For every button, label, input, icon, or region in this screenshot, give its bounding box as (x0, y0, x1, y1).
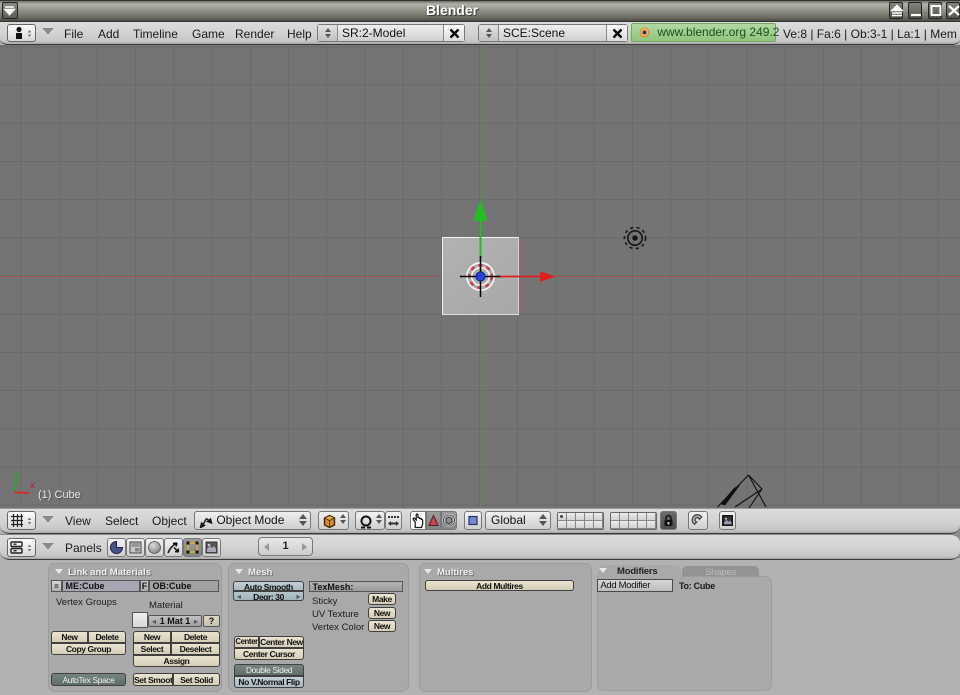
svg-text:x: x (30, 480, 35, 490)
